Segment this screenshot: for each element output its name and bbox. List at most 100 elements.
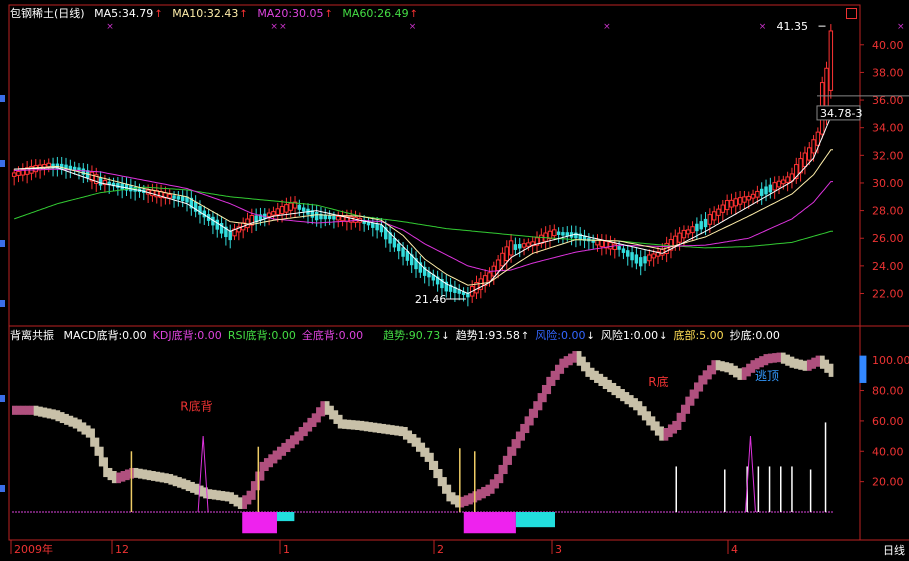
candle-body — [301, 207, 306, 212]
trend-block — [250, 481, 256, 500]
y-tick-label: 80.00 — [872, 385, 904, 398]
trend-block — [385, 424, 391, 435]
trend-block — [337, 414, 343, 429]
chart-canvas[interactable]: 22.0024.0026.0028.0030.0032.0034.0036.00… — [0, 0, 909, 561]
trend-block — [746, 363, 751, 377]
candle-body — [552, 229, 557, 237]
trend-block — [759, 356, 764, 368]
sidebar-toggle-icon[interactable] — [0, 300, 5, 307]
trend-block — [116, 472, 121, 484]
stock-name: 包钢稀土(日线) — [10, 7, 85, 20]
sidebar-toggle-icon[interactable] — [0, 485, 5, 492]
trend-block — [124, 469, 130, 481]
trend-block — [20, 405, 26, 415]
trend-block — [763, 354, 769, 366]
trend-block — [811, 357, 817, 369]
price-legend: 包钢稀土(日线) MA5:34.79↑ MA10:32.43↑ MA20:30.… — [10, 7, 424, 22]
trend-block — [33, 405, 39, 416]
trend-block — [320, 401, 326, 417]
trend-block — [29, 405, 35, 415]
signal-marker: × — [409, 22, 417, 32]
candle-body — [785, 176, 790, 183]
candle-body — [742, 196, 747, 203]
ma60-value: MA60:26.49↑ — [342, 7, 419, 20]
x-tick-label: 1 — [283, 543, 290, 556]
candle-body — [643, 256, 647, 264]
candle-body — [288, 202, 293, 211]
candle-body — [634, 254, 639, 264]
candle-body — [495, 259, 501, 272]
sidebar-toggle-icon[interactable] — [0, 160, 5, 167]
signal-annotation: 逃顶 — [755, 369, 779, 383]
ma20-value: MA20:30.05↑ — [257, 7, 333, 20]
trend-block — [177, 477, 182, 488]
sidebar-toggle-icon[interactable] — [0, 395, 5, 402]
candle-body — [266, 212, 272, 217]
candle-body — [651, 253, 656, 259]
sidebar-toggle-icon[interactable] — [0, 240, 5, 247]
candle-body — [626, 250, 630, 257]
candle-body — [279, 206, 285, 215]
candle-body — [176, 196, 181, 200]
trend-block — [733, 365, 738, 378]
trend-block — [55, 410, 61, 422]
trend-block — [94, 437, 100, 456]
timeframe-button[interactable]: 日线 — [883, 542, 905, 558]
trend-block — [72, 417, 78, 429]
y-tick-label: 34.00 — [872, 122, 904, 135]
trend-block — [663, 427, 669, 441]
trend-block — [194, 483, 200, 495]
trend-block — [707, 365, 712, 380]
candle-body — [284, 204, 289, 213]
candle-body — [275, 208, 280, 216]
trend-block — [237, 497, 243, 509]
trend-block — [641, 406, 647, 421]
candle-body — [314, 211, 319, 221]
trend-block — [772, 353, 777, 363]
candle-body — [215, 219, 219, 230]
ma5-value: MA5:34.79↑ — [94, 7, 163, 20]
trend-block — [689, 389, 695, 406]
trend-block — [828, 363, 834, 377]
y-tick-label: 22.00 — [872, 288, 904, 301]
maximize-icon[interactable] — [846, 8, 857, 19]
indicator-item: RSI底背:0.00 — [227, 329, 296, 342]
candle-body — [807, 147, 812, 161]
indicator-item: 抄底:0.00 — [729, 329, 780, 342]
candle-body — [746, 195, 751, 201]
trend-block — [51, 409, 56, 420]
candle-body — [699, 221, 703, 230]
candle-body — [828, 30, 834, 91]
trend-block — [64, 413, 69, 425]
trend-block — [654, 421, 660, 436]
candle-body — [815, 131, 821, 146]
trend-block — [394, 425, 400, 436]
trend-block — [346, 419, 352, 430]
trend-block — [172, 475, 178, 487]
sidebar-toggle-icon[interactable] — [0, 95, 5, 102]
trend-block — [316, 407, 321, 423]
candle-body — [500, 252, 505, 267]
trend-block — [415, 437, 421, 452]
indicator-item: MACD底背:0.00 — [63, 329, 147, 342]
risk-block — [515, 512, 555, 528]
trend-block — [146, 470, 152, 481]
trend-block — [693, 382, 699, 399]
trend-block — [815, 355, 821, 367]
trend-block — [498, 464, 504, 484]
candle-body — [776, 180, 782, 188]
trend-block — [672, 420, 678, 434]
risk-block — [242, 512, 277, 534]
candle-body — [716, 208, 721, 216]
trend-block — [298, 426, 304, 441]
trend-block — [511, 439, 517, 456]
trend-block — [246, 490, 252, 505]
candle-body — [98, 177, 103, 186]
trend-block — [12, 405, 17, 415]
trend-block — [659, 426, 664, 441]
trend-block — [229, 492, 234, 504]
candle-body — [16, 171, 21, 176]
trend-block — [350, 420, 356, 430]
trend-block — [572, 351, 578, 363]
trend-block — [220, 491, 226, 501]
